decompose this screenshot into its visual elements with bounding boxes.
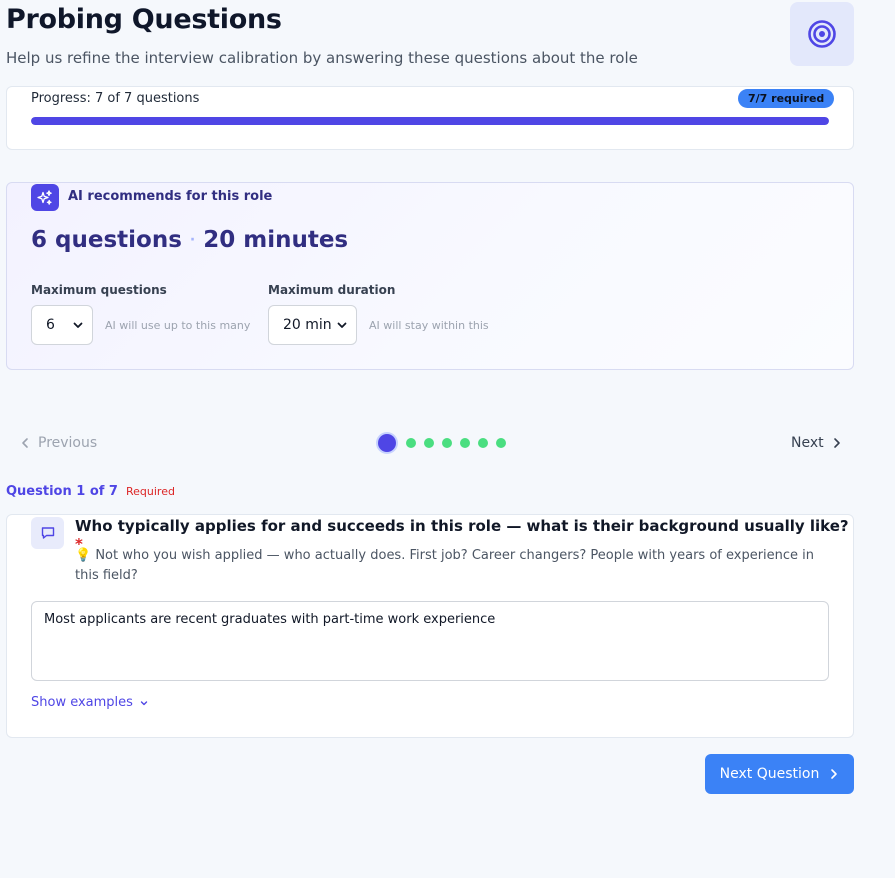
previous-button[interactable]: Previous	[20, 435, 97, 451]
required-count-badge: 7/7 required	[738, 89, 835, 108]
chevron-down-icon	[73, 322, 83, 328]
chevron-left-icon	[22, 438, 28, 448]
progress-label: Progress: 7 of 7 questions	[31, 91, 200, 106]
question-number: Question 1 of 7	[6, 484, 118, 499]
max-duration-label: Maximum duration	[268, 283, 396, 297]
next-question-button[interactable]: Next Question	[705, 754, 854, 794]
target-icon	[790, 2, 854, 66]
question-card: Who typically applies for and succeeds i…	[6, 514, 854, 738]
step-dot[interactable]	[406, 438, 416, 448]
step-dot-active[interactable]	[378, 434, 396, 452]
question-header: Question 1 of 7 Required	[6, 484, 175, 499]
next-label: Next	[791, 435, 824, 451]
progress-bar	[31, 117, 829, 125]
chat-bubble-icon	[31, 517, 64, 549]
page-title: Probing Questions	[6, 4, 282, 35]
progress-bar-fill	[31, 117, 829, 125]
chevron-down-icon	[337, 322, 347, 328]
question-hint-text: Not who you wish applied — who actually …	[75, 548, 815, 583]
ai-recommendation-card: AI recommends for this role 6 questions …	[6, 182, 854, 370]
max-duration-select[interactable]: 20 min	[268, 305, 357, 345]
summary-separator: ·	[189, 232, 196, 248]
lightbulb-icon: 💡	[75, 548, 92, 563]
chevron-right-icon	[833, 438, 840, 448]
progress-card: Progress: 7 of 7 questions 7/7 required	[6, 86, 854, 150]
show-examples-label: Show examples	[31, 695, 133, 710]
show-examples-toggle[interactable]: Show examples	[31, 695, 149, 710]
max-questions-value: 6	[46, 317, 55, 333]
step-indicator	[378, 434, 510, 452]
step-dot[interactable]	[496, 438, 506, 448]
ai-recommendation-heading: AI recommends for this role	[68, 189, 273, 204]
ai-recommendation-summary: 6 questions · 20 minutes	[31, 227, 348, 253]
question-hint: 💡 Not who you wish applied — who actuall…	[75, 546, 825, 586]
step-dot[interactable]	[442, 438, 452, 448]
previous-label: Previous	[38, 435, 98, 451]
step-dot[interactable]	[478, 438, 488, 448]
next-button[interactable]: Next	[791, 435, 842, 451]
next-question-label: Next Question	[719, 766, 820, 782]
max-duration-value: 20 min	[283, 317, 332, 333]
max-duration-hint: AI will stay within this	[369, 319, 489, 332]
recommended-questions: 6 questions	[31, 227, 182, 253]
recommended-duration: 20 minutes	[203, 227, 349, 253]
required-label: Required	[125, 485, 175, 498]
sparkles-icon	[31, 184, 59, 211]
question-text-content: Who typically applies for and succeeds i…	[75, 517, 849, 535]
step-dot[interactable]	[424, 438, 434, 448]
max-questions-select[interactable]: 6	[31, 305, 93, 345]
max-questions-label: Maximum questions	[31, 283, 167, 297]
max-questions-hint: AI will use up to this many	[105, 319, 251, 332]
chevron-down-icon	[140, 700, 148, 705]
chevron-right-icon	[831, 769, 838, 779]
answer-textarea[interactable]: Most applicants are recent graduates wit…	[31, 601, 829, 681]
step-dot[interactable]	[460, 438, 470, 448]
page-subtitle: Help us refine the interview calibration…	[6, 49, 638, 67]
